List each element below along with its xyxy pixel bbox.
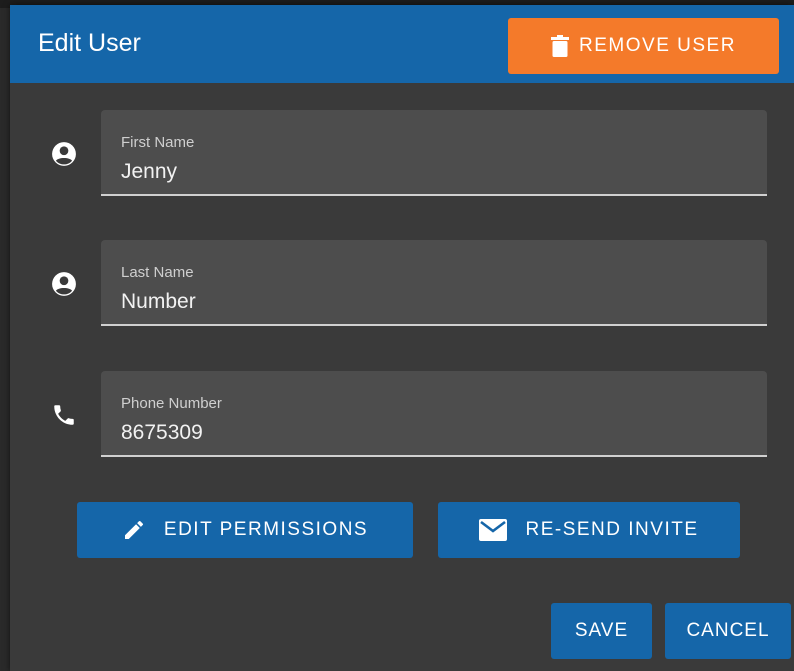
edit-permissions-label: EDIT PERMISSIONS	[163, 519, 369, 540]
first-name-field[interactable]: First Name Jenny	[101, 110, 767, 196]
pencil-icon	[122, 518, 146, 542]
edit-permissions-button[interactable]: EDIT PERMISSIONS	[77, 502, 413, 558]
resend-invite-button[interactable]: RE-SEND INVITE	[438, 502, 740, 558]
remove-user-button[interactable]: REMOVE USER	[508, 18, 779, 74]
dialog-header: Edit User REMOVE USER	[10, 5, 794, 83]
envelope-icon	[479, 519, 508, 541]
account-circle-icon	[50, 140, 78, 168]
resend-invite-label: RE-SEND INVITE	[525, 519, 699, 540]
phone-icon	[50, 401, 78, 429]
dialog-title: Edit User	[38, 29, 141, 57]
phone-row: Phone Number 8675309	[10, 371, 794, 459]
last-name-row: Last Name Number	[10, 240, 794, 328]
phone-label: Phone Number	[121, 395, 222, 412]
phone-field[interactable]: Phone Number 8675309	[101, 371, 767, 457]
remove-user-label: REMOVE USER	[579, 35, 736, 56]
save-button[interactable]: SAVE	[551, 603, 652, 659]
account-circle-icon	[50, 270, 78, 298]
edit-user-dialog: Edit User REMOVE USER First Name Jenny L…	[10, 5, 794, 671]
last-name-field[interactable]: Last Name Number	[101, 240, 767, 326]
cancel-label: CANCEL	[686, 620, 770, 641]
last-name-label: Last Name	[121, 264, 194, 281]
first-name-label: First Name	[121, 134, 195, 151]
first-name-value: Jenny	[121, 160, 178, 183]
trash-icon	[551, 35, 570, 57]
phone-value: 8675309	[121, 421, 203, 444]
cancel-button[interactable]: CANCEL	[665, 603, 791, 659]
last-name-value: Number	[121, 290, 196, 313]
save-label: SAVE	[574, 620, 629, 641]
first-name-row: First Name Jenny	[10, 110, 794, 198]
